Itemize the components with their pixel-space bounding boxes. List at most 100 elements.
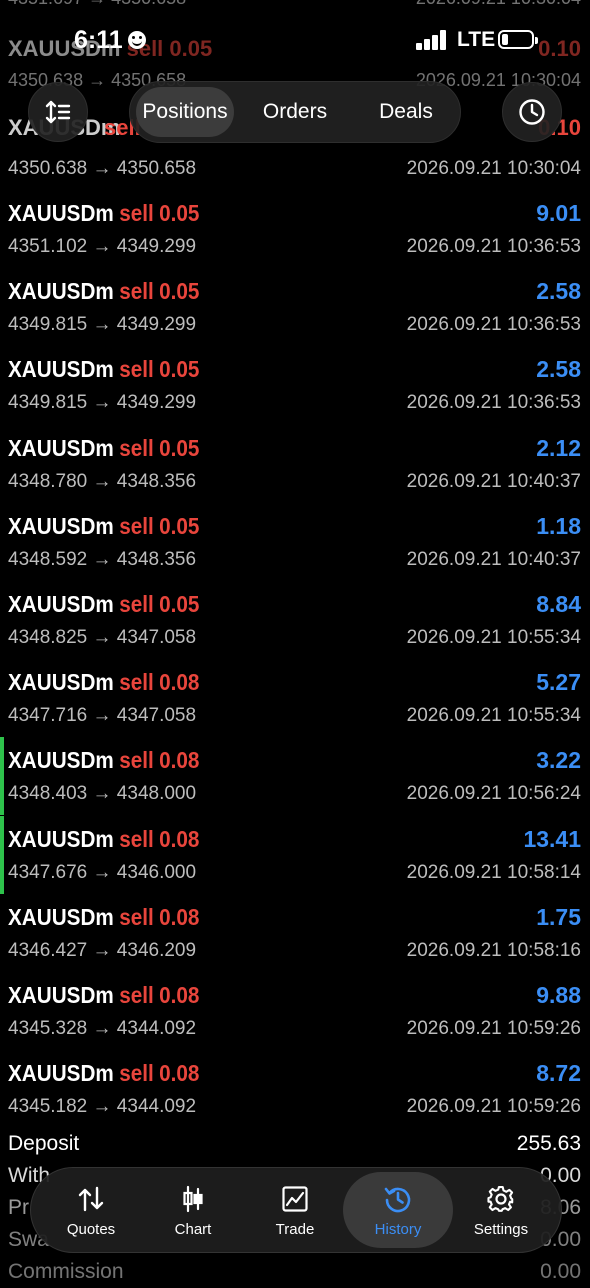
ghost-row: 4351.697 → 4350.658 2026.09.21 10:30:04 [0,0,590,14]
ghost-time: 2026.09.21 10:30:04 [416,0,581,9]
deal-profit: 8.72 [536,1060,581,1087]
deal-side: sell [119,1060,154,1087]
tabbar-label: Settings [473,1221,529,1238]
summary-value: 0.00 [540,1260,581,1283]
tabbar-chart[interactable]: Chart [141,1168,245,1252]
summary-value: 255.63 [516,1132,581,1155]
view-segmented-control: Positions Orders Deals [129,81,461,143]
deal-row[interactable]: XAUUSDm sell 0.05 2.58 4349.815 → 4349.299 20… [0,268,590,346]
deal-profit: 3.22 [536,747,581,774]
deal-title: XAUUSDm sell 0.08 [8,826,199,853]
deal-profit: 5.27 [536,669,581,696]
sort-button[interactable] [28,82,88,142]
deal-side: sell [119,903,154,930]
deal-profit: 2.58 [536,356,581,383]
deal-title: XAUUSDm sell 0.05 [8,435,199,462]
ghost-profit: 0.10 [538,36,581,61]
deal-side: sell [119,669,154,696]
bottom-tab-bar: Quotes Chart Trade History Settings [30,1167,562,1253]
deal-row[interactable]: XAUUSDm sell 0.08 3.22 4348.403 → 4348.000 20… [0,737,590,816]
deal-volume: 0.08 [159,903,200,930]
deal-symbol: XAUUSDm [8,1060,114,1087]
deal-symbol: XAUUSDm [8,434,114,461]
deal-symbol: XAUUSDm [8,825,114,852]
deal-title: XAUUSDm sell 0.05 [8,356,199,383]
tabbar-label: Trade [275,1221,315,1238]
tabbar-settings[interactable]: Settings [449,1168,553,1252]
deal-title: XAUUSDm sell 0.08 [8,982,199,1009]
deal-symbol: XAUUSDm [8,200,114,226]
deal-row[interactable]: XAUUSDm sell 0.05 2.58 4349.815 → 4349.299 20… [0,346,590,424]
history-icon [384,1187,411,1213]
deal-symbol: XAUUSDm [8,982,114,1008]
deal-prices: 4348.592 → 4348.356 [8,548,197,570]
summary-label: Deposit [8,1132,80,1155]
deal-volume: 0.05 [159,591,200,617]
tabbar-history[interactable]: History [343,1172,453,1248]
sort-icon [45,100,71,124]
deal-symbol: XAUUSDm [8,512,114,539]
deal-row[interactable]: XAUUSDm sell 0.08 5.27 4347.716 → 4347.058 20… [0,659,590,737]
deal-symbol: XAUUSDm [8,903,114,930]
deal-profit: 9.01 [536,200,581,226]
ghost-volume: 0.05 [169,36,213,61]
deal-prices: 4349.815 → 4349.299 [8,314,197,336]
deal-side: sell [119,356,154,383]
deal-volume: 0.05 [159,200,200,226]
clock-icon [519,99,545,125]
deal-row[interactable]: XAUUSDm sell 0.08 13.41 4347.676 → 4346.000 2… [0,815,590,894]
deal-side: sell [119,200,154,226]
deal-side: sell [119,825,154,852]
tab-orders[interactable]: Orders [244,87,346,137]
deal-prices: 4351.102 → 4349.299 [8,236,197,257]
candlestick-icon [183,1185,203,1213]
summary-label: Commission [8,1260,124,1283]
deal-volume: 0.08 [159,982,200,1008]
summary-label: Pr [8,1196,29,1219]
deal-prices: 4347.716 → 4347.058 [8,705,197,727]
deal-prices: 4345.182 → 4344.092 [8,1096,197,1118]
deal-time: 2026.09.21 10:55:34 [406,627,581,648]
deal-time: 2026.09.21 10:36:53 [406,314,581,336]
deal-volume: 0.05 [159,512,200,539]
deal-symbol: XAUUSDm [8,591,114,617]
tabbar-label: Quotes [66,1221,116,1238]
deal-volume: 0.08 [159,825,200,852]
deal-time: 2026.09.21 10:59:26 [406,1018,581,1039]
tabbar-quotes[interactable]: Quotes [39,1168,143,1252]
deal-prices: 4346.427 → 4346.209 [8,939,197,961]
period-button[interactable] [502,82,562,142]
deal-row[interactable]: XAUUSDm sell 0.05 8.84 4348.825 → 4347.058 20… [0,581,590,659]
deal-row[interactable]: XAUUSDm sell 0.08 8.72 4345.182 → 4344.092 20… [0,1050,590,1128]
deal-symbol: XAUUSDm [8,747,114,774]
summary-deposit: Deposit 255.63 [0,1128,590,1160]
deal-time: 2026.09.21 10:30:04 [406,158,581,179]
tab-deals[interactable]: Deals [356,87,456,137]
deal-prices: 4349.815 → 4349.299 [8,392,197,414]
quotes-icon [78,1186,104,1212]
tabbar-trade[interactable]: Trade [243,1168,347,1252]
tab-positions[interactable]: Positions [136,87,234,137]
deal-profit: 8.84 [536,591,581,617]
deal-prices: 4347.676 → 4346.000 [8,861,197,883]
deal-side: sell [119,278,154,305]
ghost-side: sell [126,36,164,61]
selection-marker [0,815,4,894]
deal-prices: 4345.328 → 4344.092 [8,1018,197,1039]
deal-volume: 0.05 [159,356,200,383]
deal-title: XAUUSDm sell 0.05 [8,513,199,540]
deal-prices: 4350.638 → 4350.658 [8,158,197,179]
deal-volume: 0.08 [159,669,200,696]
deal-row[interactable]: XAUUSDm sell 0.05 9.01 4351.102 → 4349.299 20… [0,190,590,268]
deal-profit: 1.75 [536,903,581,930]
deal-prices: 4348.780 → 4348.356 [8,470,197,492]
deal-side: sell [119,591,154,617]
deal-row[interactable]: XAUUSDm sell 0.08 9.88 4345.328 → 4344.092 20… [0,972,590,1050]
deal-row[interactable]: XAUUSDm sell 0.08 1.75 4346.427 → 4346.209 20… [0,894,590,972]
deal-time: 2026.09.21 10:40:37 [406,470,581,492]
deal-title: XAUUSDm sell 0.08 [8,669,199,696]
deal-time: 2026.09.21 10:55:34 [406,705,581,727]
deal-title: XAUUSDm sell 0.05 [8,591,199,618]
deal-row[interactable]: XAUUSDm sell 0.05 2.12 4348.780 → 4348.356 20… [0,425,590,503]
deal-row[interactable]: XAUUSDm sell 0.05 1.18 4348.592 → 4348.356 20… [0,503,590,581]
